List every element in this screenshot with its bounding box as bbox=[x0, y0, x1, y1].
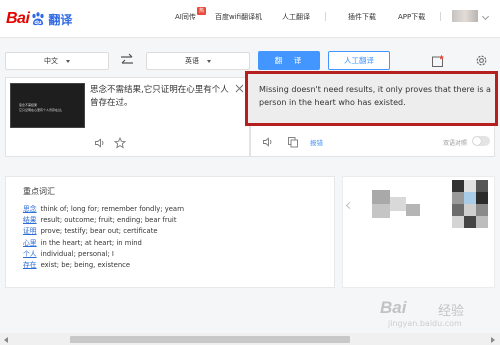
pixelated-image bbox=[406, 204, 420, 216]
source-panel: 思念不需结果 它只证明在心里有个人曾存在过。 思念不需结果,它只证明在心里有个人… bbox=[5, 77, 250, 157]
human-translate-button[interactable]: 人工翻译 bbox=[328, 51, 390, 70]
pixelated-image bbox=[464, 180, 476, 192]
pixelated-image bbox=[464, 204, 476, 216]
vocabulary-definition: think of; long for; remember fondly; yea… bbox=[40, 205, 185, 213]
watermark-url: jingyan.baidu.com bbox=[388, 319, 462, 328]
user-avatar[interactable] bbox=[452, 10, 478, 22]
vocabulary-definition: in the heart; at heart; in mind bbox=[40, 238, 142, 247]
speaker-icon[interactable] bbox=[262, 136, 274, 148]
nav-divider bbox=[325, 12, 326, 21]
caret-down-icon bbox=[66, 59, 70, 63]
translation-text[interactable]: Missing doesn't need results, it only pr… bbox=[259, 84, 495, 109]
target-language-select[interactable]: 英语 bbox=[146, 52, 250, 70]
source-language-label: 中文 bbox=[44, 57, 58, 65]
pixelated-image bbox=[372, 204, 390, 218]
report-error-link[interactable]: 报错 bbox=[310, 137, 323, 147]
nav-plugin-download[interactable]: 插件下载 bbox=[348, 12, 376, 22]
watermark-jingyan: 经验 bbox=[438, 304, 465, 319]
pixelated-image bbox=[372, 190, 390, 204]
vocabulary-item: 个人 individual; personal; I bbox=[23, 249, 184, 260]
vocabulary-definition: prove; testify; bear out; certificate bbox=[40, 227, 158, 236]
chevron-down-icon[interactable] bbox=[481, 12, 490, 21]
hot-badge: 热 bbox=[197, 7, 206, 15]
pixelated-image bbox=[452, 204, 464, 216]
pixelated-image bbox=[476, 204, 488, 216]
pixelated-image bbox=[390, 197, 406, 211]
thumbnail-caption-line: 它只证明在心里有个人曾存在过。 bbox=[19, 108, 65, 112]
vocabulary-item: 心里 in the heart; at heart; in mind bbox=[23, 238, 184, 249]
nav-wifi-translator[interactable]: 百度wifi翻译机 bbox=[215, 12, 262, 22]
baidu-jingyan-watermark: Bai 经验 jingyan.baidu.com bbox=[380, 298, 495, 334]
vocabulary-word-link[interactable]: 结果 bbox=[23, 216, 37, 224]
svg-text:du: du bbox=[35, 20, 43, 26]
pixelated-image bbox=[476, 192, 488, 204]
pixelated-image bbox=[452, 216, 464, 228]
vocabulary-word-link[interactable]: 证明 bbox=[23, 227, 37, 235]
vocabulary-item: 思念 think of; long for; remember fondly; y… bbox=[23, 204, 184, 215]
copy-icon[interactable] bbox=[287, 136, 299, 148]
vocabulary-definition: result; outcome; fruit; ending; bear fru… bbox=[40, 216, 177, 225]
logo-suffix: 翻译 bbox=[48, 12, 73, 27]
nav-divider bbox=[440, 12, 441, 21]
pixelated-image bbox=[464, 192, 476, 204]
pixelated-image bbox=[464, 216, 476, 228]
vocabulary-word-link[interactable]: 存在 bbox=[23, 261, 37, 269]
vocabulary-word-link[interactable]: 心里 bbox=[23, 239, 37, 247]
source-image-thumbnail[interactable]: 思念不需结果 它只证明在心里有个人曾存在过。 bbox=[10, 83, 85, 128]
pixelated-image bbox=[452, 192, 464, 204]
source-language-select[interactable]: 中文 bbox=[5, 52, 109, 70]
close-icon[interactable] bbox=[235, 84, 244, 93]
pixelated-image bbox=[476, 180, 488, 192]
paw-logo-icon: du bbox=[32, 12, 45, 26]
star-icon[interactable] bbox=[114, 137, 126, 149]
vocabulary-title: 重点词汇 bbox=[23, 187, 55, 196]
watermark-brand: Bai bbox=[380, 298, 407, 317]
vocabulary-item: 证明 prove; testify; bear out; certificate bbox=[23, 226, 184, 237]
vocabulary-definition: individual; personal; I bbox=[40, 249, 114, 258]
vocabulary-definition: exist; be; being, existence bbox=[40, 261, 131, 270]
pixelated-image bbox=[452, 180, 464, 192]
logo-text: Bai bbox=[6, 10, 30, 27]
page: Bai du 翻译 AI同传 热 百度wifi翻译机 人工翻译 插件下载 APP… bbox=[0, 0, 500, 345]
vocabulary-list: 思念 think of; long for; remember fondly; y… bbox=[23, 204, 184, 271]
vocabulary-word-link[interactable]: 个人 bbox=[23, 250, 37, 258]
vocabulary-item: 存在 exist; be; being, existence bbox=[23, 260, 184, 271]
bilingual-label: 双语对照 bbox=[443, 140, 468, 147]
translate-button[interactable]: 翻 译 bbox=[258, 51, 320, 70]
scroll-left-arrow-icon[interactable] bbox=[4, 337, 8, 343]
vocabulary-word-link[interactable]: 思念 bbox=[23, 205, 37, 213]
baidu-fanyi-logo[interactable]: Bai du 翻译 bbox=[6, 9, 72, 29]
speaker-icon[interactable] bbox=[94, 137, 106, 149]
nav-ai-interpret[interactable]: AI同传 bbox=[175, 12, 196, 22]
scrollbar-thumb[interactable] bbox=[70, 336, 350, 343]
bilingual-toggle[interactable] bbox=[472, 136, 490, 146]
translation-toolbar: 报错 双语对照 bbox=[250, 131, 495, 153]
caret-down-icon bbox=[207, 59, 211, 63]
thumbnail-caption-line: 思念不需结果 bbox=[19, 103, 38, 107]
nav-human-translate[interactable]: 人工翻译 bbox=[282, 12, 310, 22]
pixelated-image bbox=[476, 216, 488, 228]
vocabulary-item: 结果 result; outcome; fruit; ending; bear f… bbox=[23, 215, 184, 226]
scroll-right-arrow-icon[interactable] bbox=[491, 337, 495, 343]
source-text[interactable]: 思念不需结果,它只证明在心里有个人曾存在过。 bbox=[90, 84, 232, 110]
nav-app-download[interactable]: APP下载 bbox=[398, 12, 425, 22]
gear-icon[interactable] bbox=[474, 53, 489, 68]
top-bar: Bai du 翻译 AI同传 热 百度wifi翻译机 人工翻译 插件下载 APP… bbox=[0, 0, 500, 38]
target-language-label: 英语 bbox=[185, 57, 199, 65]
swap-languages-icon[interactable] bbox=[119, 52, 135, 68]
collection-icon[interactable] bbox=[431, 54, 445, 68]
key-vocabulary-card: 重点词汇 思念 think of; long for; remember fond… bbox=[5, 176, 335, 288]
